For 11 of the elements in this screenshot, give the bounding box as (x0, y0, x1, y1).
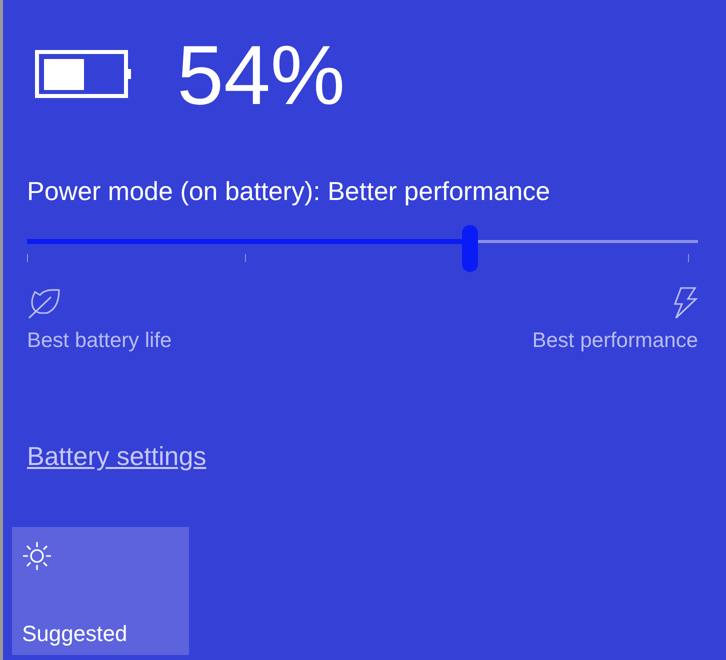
battery-percentage: 54% (177, 30, 346, 120)
battery-icon (35, 50, 133, 100)
sun-icon (22, 541, 52, 571)
leaf-icon (27, 287, 61, 319)
min-label: Best battery life (27, 329, 172, 353)
lightning-icon (672, 287, 698, 319)
quick-action-tile[interactable]: Suggested (12, 527, 189, 655)
power-mode-label: Power mode (on battery): Better performance (27, 176, 552, 207)
battery-settings-link[interactable]: Battery settings (27, 441, 206, 472)
power-mode-slider[interactable] (27, 225, 698, 273)
max-label: Best performance (532, 329, 698, 353)
